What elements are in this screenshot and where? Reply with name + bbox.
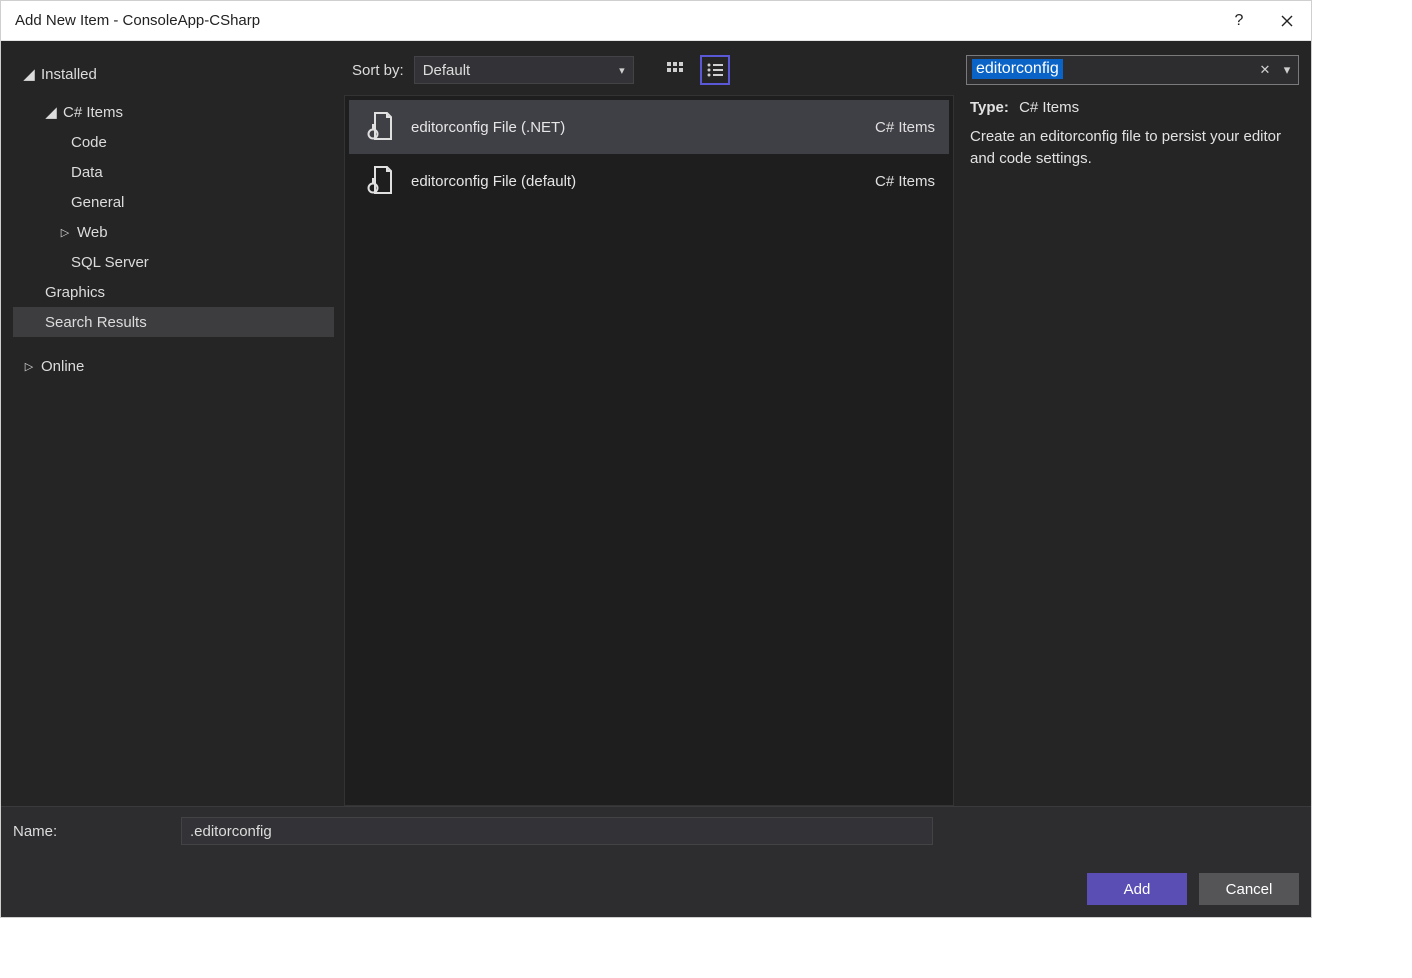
titlebar: Add New Item - ConsoleApp-CSharp ? <box>1 1 1311 41</box>
tree-installed[interactable]: ◢ Installed <box>13 59 334 89</box>
search-dropdown-icon[interactable]: ▾ <box>1276 56 1298 84</box>
help-button[interactable]: ? <box>1215 1 1263 41</box>
template-title: editorconfig File (default) <box>411 173 576 190</box>
tree-graphics[interactable]: Graphics <box>13 277 334 307</box>
tree-web[interactable]: ▷ Web <box>13 217 334 247</box>
sort-by-value: Default <box>423 62 471 79</box>
template-row[interactable]: editorconfig File (.NET) C# Items <box>349 100 949 154</box>
dialog-footer: Name: Add Cancel <box>1 806 1311 917</box>
chevron-right-icon: ▷ <box>57 226 73 239</box>
cancel-button[interactable]: Cancel <box>1199 873 1299 905</box>
tree-csharp-items[interactable]: ◢ C# Items <box>13 97 334 127</box>
chevron-down-icon: ◢ <box>21 65 37 83</box>
type-label: Type: <box>970 99 1009 116</box>
details-panel: editorconfig ✕ ▾ Type: C# Items Create a… <box>954 41 1311 806</box>
chevron-down-icon: ◢ <box>43 103 59 121</box>
tree-search-results[interactable]: Search Results <box>13 307 334 337</box>
tree-code[interactable]: Code <box>13 127 334 157</box>
clear-search-icon[interactable]: ✕ <box>1254 56 1276 84</box>
template-description: Create an editorconfig file to persist y… <box>970 126 1295 171</box>
tree-sqlserver[interactable]: SQL Server <box>13 247 334 277</box>
template-details: Type: C# Items Create an editorconfig fi… <box>966 97 1299 171</box>
search-box[interactable]: editorconfig ✕ ▾ <box>966 55 1299 85</box>
window-title: Add New Item - ConsoleApp-CSharp <box>15 12 260 29</box>
template-title: editorconfig File (.NET) <box>411 119 565 136</box>
sort-by-label: Sort by: <box>352 62 404 79</box>
close-button[interactable] <box>1263 1 1311 41</box>
chevron-right-icon: ▷ <box>21 360 37 373</box>
name-input[interactable] <box>181 817 933 845</box>
sort-by-select[interactable]: Default ▾ <box>414 56 634 84</box>
template-category: C# Items <box>875 173 935 190</box>
template-toolbar: Sort by: Default ▾ <box>344 55 954 95</box>
name-label: Name: <box>13 823 163 840</box>
tree-general[interactable]: General <box>13 187 334 217</box>
tree-data[interactable]: Data <box>13 157 334 187</box>
caret-down-icon: ▾ <box>619 64 625 77</box>
template-panel: Sort by: Default ▾ <box>344 41 954 806</box>
search-input[interactable] <box>967 56 1254 84</box>
view-list-button[interactable] <box>700 55 730 85</box>
add-new-item-dialog: Add New Item - ConsoleApp-CSharp ? ◢ Ins… <box>0 0 1312 918</box>
type-value: C# Items <box>1019 99 1079 116</box>
editorconfig-file-icon <box>363 110 397 144</box>
editorconfig-file-icon <box>363 164 397 198</box>
add-button[interactable]: Add <box>1087 873 1187 905</box>
template-category: C# Items <box>875 119 935 136</box>
view-grid-button[interactable] <box>660 55 690 85</box>
template-list[interactable]: editorconfig File (.NET) C# Items <box>344 95 954 806</box>
tree-online[interactable]: ▷ Online <box>13 351 334 381</box>
template-row[interactable]: editorconfig File (default) C# Items <box>349 154 949 208</box>
category-tree: ◢ Installed ◢ C# Items Code Data General <box>1 41 344 806</box>
